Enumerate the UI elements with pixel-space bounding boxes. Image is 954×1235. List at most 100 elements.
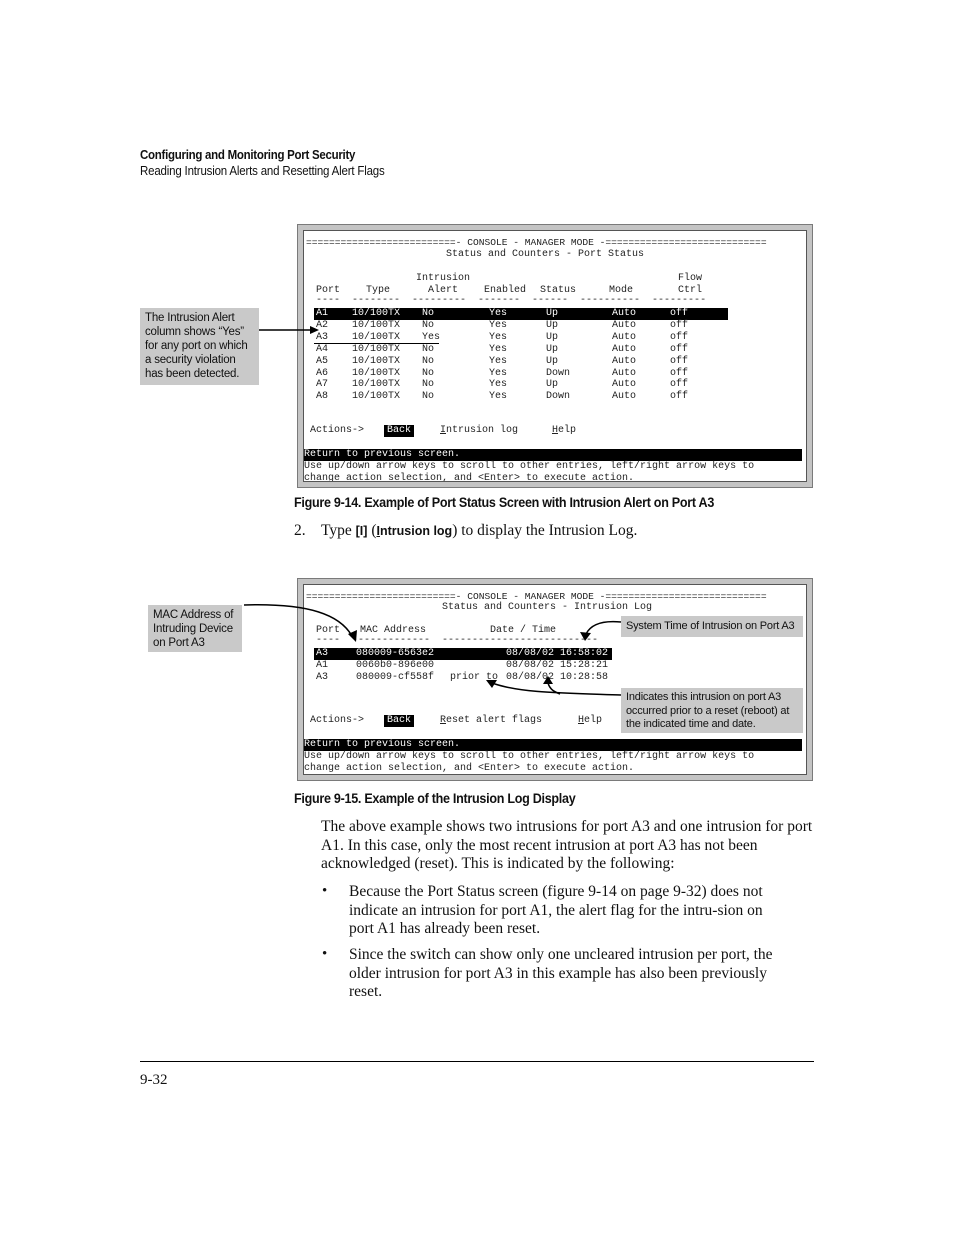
- step-text-pre: Type: [321, 522, 356, 539]
- action-help[interactable]: Help: [578, 715, 602, 727]
- cell-mode: Auto: [612, 355, 637, 367]
- cell-flow: off: [670, 379, 689, 391]
- body-paragraph: The above example shows two intrusions f…: [321, 818, 813, 872]
- cell-port: A3: [316, 672, 329, 683]
- intrusion-log-row[interactable]: A3 080009-cf558f prior to 08/08/02 10:28:58: [314, 672, 612, 684]
- cell-alert: No: [422, 343, 435, 355]
- intrusion-log-row[interactable]: A3 080009-6563e2 08/08/02 16:58:02: [314, 648, 612, 660]
- section-subtitle: Reading Intrusion Alerts and Resetting A…: [140, 164, 385, 178]
- step-number: 2.: [294, 522, 306, 539]
- help-line-1: Use up/down arrow keys to scroll to othe…: [304, 751, 755, 762]
- cell-port: A1: [316, 660, 329, 671]
- port-row-a6[interactable]: A6 10/100TX No Yes Down Auto off: [314, 368, 728, 380]
- help-line-1: Use up/down arrow keys to scroll to othe…: [304, 461, 755, 472]
- intrusion-log-console: ==========================- CONSOLE - MA…: [297, 578, 813, 781]
- cell-datetime: 08/08/02 10:28:58: [506, 672, 609, 683]
- cell-status: Down: [546, 391, 571, 403]
- cell-enabled: Yes: [489, 355, 508, 367]
- actions-label: Actions->: [310, 715, 365, 726]
- bullet-item-1: Because the Port Status screen (figure 9…: [349, 883, 763, 937]
- cell-type: 10/100TX: [352, 308, 401, 319]
- cmd-rest: ntrusion log: [379, 524, 453, 538]
- action-back[interactable]: Back: [384, 715, 415, 727]
- key-i: [I]: [355, 524, 368, 538]
- bullet-icon: •: [322, 883, 328, 899]
- figure-9-14-caption: Figure 9-14. Example of Port Status Scre…: [294, 495, 715, 510]
- cell-port: A6: [316, 367, 329, 379]
- help-line-2: change action selection, and <Enter> to …: [304, 763, 635, 774]
- cell-enabled: Yes: [489, 343, 508, 355]
- cell-status: Up: [546, 355, 559, 367]
- status-line: Return to previous screen.: [304, 739, 802, 751]
- cell-datetime: 08/08/02 16:58:02: [506, 648, 609, 659]
- cell-type: 10/100TX: [352, 367, 401, 379]
- port-row-a1[interactable]: A1 10/100TX No Yes Up Auto off: [314, 308, 728, 320]
- cell-port: A3: [316, 648, 329, 659]
- cell-flow: off: [670, 367, 689, 379]
- cell-status: Down: [546, 367, 571, 379]
- cell-enabled: Yes: [489, 331, 508, 343]
- action-intrusion-log[interactable]: Intrusion log: [440, 425, 518, 437]
- cell-status: Up: [546, 331, 559, 343]
- cell-status: Up: [546, 308, 559, 319]
- console-banner: ==========================- CONSOLE - MA…: [306, 237, 767, 248]
- bullet-item-2: Since the switch can show only one uncle…: [349, 946, 773, 1000]
- console-screen: ==========================- CONSOLE - MA…: [303, 584, 807, 775]
- cell-type: 10/100TX: [352, 379, 401, 391]
- callout-system-time: System Time of Intrusion on Port A3: [621, 616, 803, 637]
- cell-port: A1: [316, 308, 329, 319]
- cell-alert: No: [422, 379, 435, 391]
- cell-alert: No: [422, 391, 435, 403]
- intrusion-log-row[interactable]: A1 0060b0-896e00 08/08/02 15:28:21: [314, 660, 612, 672]
- cell-alert: No: [422, 355, 435, 367]
- cell-status: Up: [546, 319, 559, 331]
- action-help[interactable]: Help: [552, 425, 576, 437]
- cell-mac: 0060b0-896e00: [356, 660, 435, 671]
- action-reset-alert-flags[interactable]: Reset alert flags: [440, 715, 542, 727]
- cell-type: 10/100TX: [352, 343, 401, 355]
- figure-9-15-caption: Figure 9-15. Example of the Intrusion Lo…: [294, 791, 576, 806]
- step-text-mid: (: [367, 522, 377, 539]
- status-line: Return to previous screen.: [304, 449, 802, 461]
- port-status-console: ==========================- CONSOLE - MA…: [297, 224, 813, 488]
- cell-enabled: Yes: [489, 308, 508, 319]
- cell-port: A7: [316, 379, 329, 391]
- cell-port: A8: [316, 391, 329, 403]
- callout-arrow-icon: [259, 326, 319, 334]
- port-row-a7[interactable]: A7 10/100TX No Yes Up Auto off: [314, 379, 728, 391]
- cell-enabled: Yes: [489, 379, 508, 391]
- cell-mode: Auto: [612, 343, 637, 355]
- cell-mode: Auto: [612, 391, 637, 403]
- section-title: Configuring and Monitoring Port Security: [140, 148, 356, 162]
- cell-mode: Auto: [612, 367, 637, 379]
- help-line-2: change action selection, and <Enter> to …: [304, 473, 635, 482]
- port-row-a3[interactable]: A3 10/100TX Yes Yes Up Auto off: [314, 332, 728, 344]
- port-row-a8[interactable]: A8 10/100TX No Yes Down Auto off: [314, 391, 728, 403]
- callout-prior-reset: Indicates this intrusion on port A3 occu…: [621, 688, 803, 733]
- cell-datetime: 08/08/02 15:28:21: [506, 660, 609, 671]
- footer-rule: [140, 1061, 814, 1062]
- cell-enabled: Yes: [489, 319, 508, 331]
- cell-mac: 080009-cf558f: [356, 672, 435, 683]
- header-rule: ---- -------- --------- ------- ------ -…: [316, 295, 707, 306]
- cell-alert: No: [422, 367, 435, 379]
- col-header-intrusion: Intrusion: [416, 273, 471, 284]
- bullet-icon: •: [322, 946, 328, 962]
- cell-status: Up: [546, 343, 559, 355]
- cell-mode: Auto: [612, 331, 637, 343]
- action-back[interactable]: Back: [384, 425, 415, 437]
- port-row-a4[interactable]: A4 10/100TX No Yes Up Auto off: [314, 344, 728, 356]
- cell-enabled: Yes: [489, 367, 508, 379]
- cell-mac: 080009-6563e2: [356, 648, 435, 659]
- cell-type: 10/100TX: [352, 391, 401, 403]
- cell-prefix: prior to: [450, 672, 499, 683]
- cell-type: 10/100TX: [352, 319, 401, 331]
- port-row-a5[interactable]: A5 10/100TX No Yes Up Auto off: [314, 356, 728, 368]
- cell-type: 10/100TX: [352, 355, 401, 367]
- cell-flow: off: [670, 355, 689, 367]
- callout-intrusion-alert: The Intrusion Alert column shows “Yes” f…: [140, 308, 259, 385]
- screen-title: Status and Counters - Intrusion Log: [442, 602, 653, 613]
- port-row-a2[interactable]: A2 10/100TX No Yes Up Auto off: [314, 320, 728, 332]
- cell-flow: off: [670, 331, 689, 343]
- cell-flow: off: [670, 319, 689, 331]
